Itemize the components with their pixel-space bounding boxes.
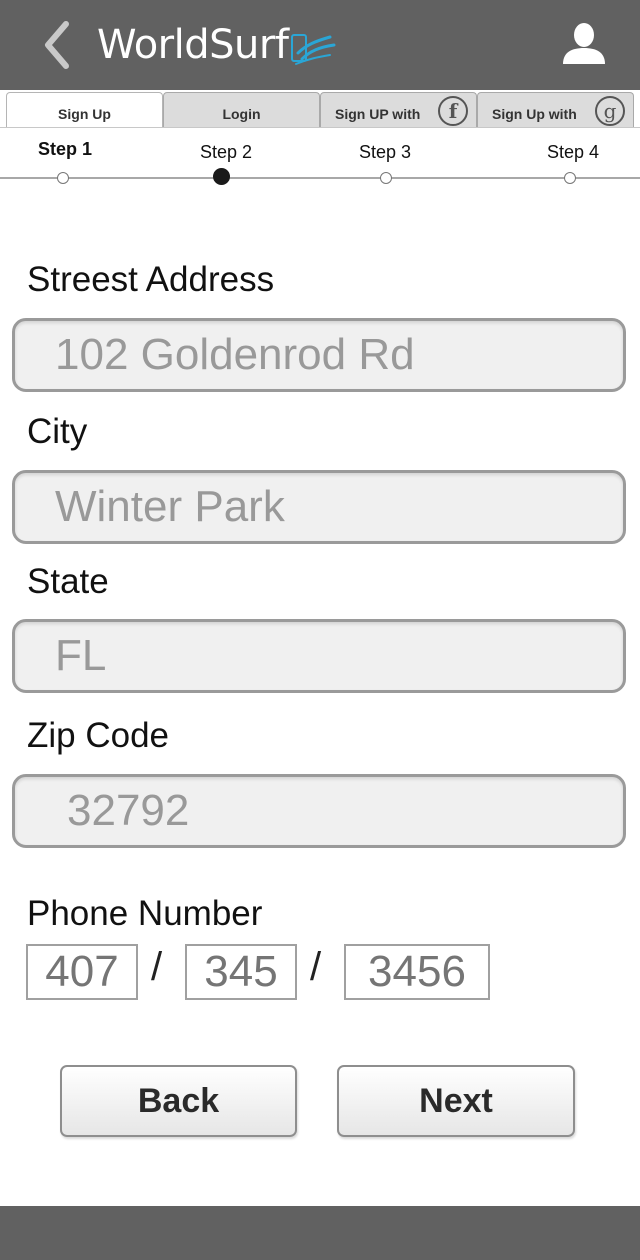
tabs-divider	[0, 127, 640, 128]
zip-code-input[interactable]	[15, 777, 623, 845]
brand-name: WorldSurf	[97, 22, 289, 68]
step-4-dot[interactable]	[564, 172, 576, 184]
phone-line-input[interactable]	[346, 946, 488, 998]
street-address-input[interactable]	[15, 321, 623, 389]
step-2-label: Step 2	[200, 142, 253, 162]
phone-separator: /	[310, 945, 322, 989]
next-button[interactable]: Next	[337, 1065, 575, 1137]
step-2-dot[interactable]	[213, 168, 230, 185]
tab-label: Login	[222, 105, 261, 122]
step-4-label: Step 4	[547, 142, 600, 162]
tab-sign-up-google[interactable]: Sign Up with g	[477, 92, 634, 128]
tab-sign-up[interactable]: Sign Up	[6, 92, 163, 128]
phone-prefix-input[interactable]	[187, 946, 295, 998]
chevron-left-icon[interactable]	[40, 18, 76, 72]
phone-area-code-field	[26, 944, 138, 1000]
phone-prefix-field	[185, 944, 297, 1000]
step-3-label: Step 3	[359, 142, 412, 162]
phone-separator: /	[151, 945, 163, 989]
tab-label: Sign Up with	[492, 105, 577, 122]
tab-label: Sign Up	[58, 105, 111, 122]
phone-number-label: Phone Number	[27, 894, 263, 933]
phone-area-code-input[interactable]	[28, 946, 136, 998]
state-label: State	[27, 562, 109, 601]
back-button[interactable]: Back	[60, 1065, 297, 1137]
city-label: City	[27, 412, 88, 451]
wave-logo-icon	[290, 31, 336, 67]
tab-sign-up-facebook[interactable]: Sign UP with f	[320, 92, 477, 128]
state-input[interactable]	[15, 622, 623, 690]
city-field	[12, 470, 626, 544]
zip-code-field	[12, 774, 626, 848]
street-address-field	[12, 318, 626, 392]
zip-code-label: Zip Code	[27, 716, 170, 755]
city-input[interactable]	[15, 473, 623, 541]
facebook-icon: f	[438, 96, 468, 126]
google-icon: g	[595, 96, 625, 126]
user-icon[interactable]	[560, 22, 608, 66]
brand: WorldSurf	[97, 20, 336, 70]
step-1-label: Step 1	[38, 139, 93, 159]
stepper-track	[0, 177, 640, 179]
bottom-bar	[0, 1206, 640, 1260]
step-1-dot[interactable]	[57, 172, 69, 184]
street-address-label: Streest Address	[27, 260, 275, 299]
phone-line-field	[344, 944, 490, 1000]
tab-label: Sign UP with	[335, 105, 421, 122]
state-field	[12, 619, 626, 693]
top-bar: WorldSurf	[0, 0, 640, 90]
step-3-dot[interactable]	[380, 172, 392, 184]
progress-stepper: Step 1 Step 2 Step 3 Step 4	[0, 130, 640, 190]
tab-login[interactable]: Login	[163, 92, 320, 128]
auth-tabs: Sign Up Login Sign UP with f Sign Up wit…	[0, 90, 640, 128]
